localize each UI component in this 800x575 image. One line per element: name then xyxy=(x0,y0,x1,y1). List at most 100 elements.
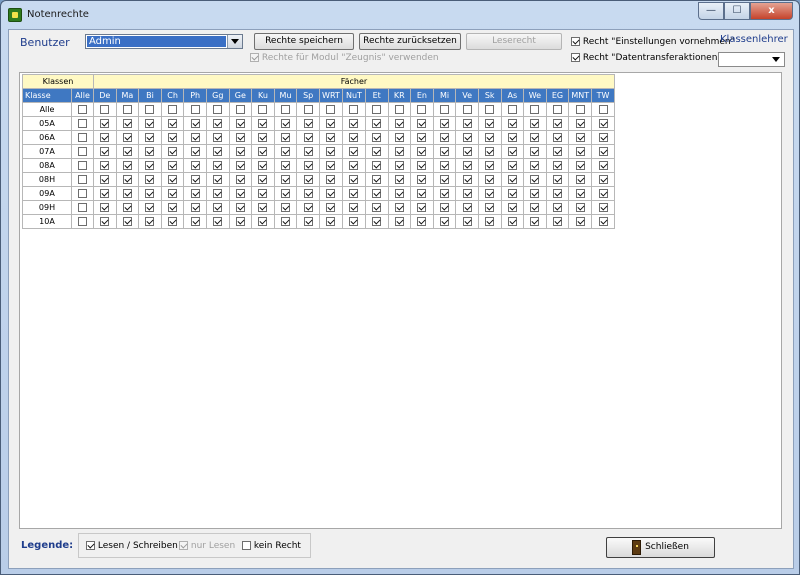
subject-right-checkbox[interactable] xyxy=(213,217,223,226)
subject-right-checkbox[interactable] xyxy=(190,189,200,198)
subject-right-checkbox[interactable] xyxy=(100,161,110,170)
subject-right-checkbox[interactable] xyxy=(281,147,291,156)
subject-right-checkbox[interactable] xyxy=(372,105,382,114)
subject-right-checkbox[interactable] xyxy=(552,175,562,184)
subject-right-checkbox[interactable] xyxy=(417,161,427,170)
subject-right-checkbox[interactable] xyxy=(190,119,200,128)
subject-right-checkbox[interactable] xyxy=(145,217,155,226)
subject-right-checkbox[interactable] xyxy=(100,147,110,156)
zeugnis-checkbox[interactable] xyxy=(250,53,259,62)
minimize-button[interactable]: — xyxy=(698,2,724,20)
subject-right-checkbox[interactable] xyxy=(326,147,336,156)
subject-right-checkbox[interactable] xyxy=(440,147,450,156)
chevron-down-icon[interactable] xyxy=(227,35,242,48)
subject-right-checkbox[interactable] xyxy=(349,105,359,114)
subject-right-checkbox[interactable] xyxy=(122,203,132,212)
subject-right-checkbox[interactable] xyxy=(190,161,200,170)
alle-checkbox[interactable] xyxy=(78,133,87,142)
subject-right-checkbox[interactable] xyxy=(168,161,178,170)
subject-right-checkbox[interactable] xyxy=(372,175,382,184)
subject-right-checkbox[interactable] xyxy=(281,133,291,142)
subject-right-checkbox[interactable] xyxy=(485,189,495,198)
subject-right-checkbox[interactable] xyxy=(326,119,336,128)
subject-right-checkbox[interactable] xyxy=(507,203,517,212)
subject-right-checkbox[interactable] xyxy=(303,105,313,114)
subject-right-checkbox[interactable] xyxy=(394,175,404,184)
subject-right-checkbox[interactable] xyxy=(575,161,585,170)
subject-right-checkbox[interactable] xyxy=(417,133,427,142)
subject-right-checkbox[interactable] xyxy=(190,217,200,226)
subject-right-checkbox[interactable] xyxy=(485,105,495,114)
subject-right-checkbox[interactable] xyxy=(552,203,562,212)
subject-right-checkbox[interactable] xyxy=(258,133,268,142)
subject-right-checkbox[interactable] xyxy=(281,119,291,128)
subject-right-checkbox[interactable] xyxy=(235,147,245,156)
subject-right-checkbox[interactable] xyxy=(417,175,427,184)
subject-right-checkbox[interactable] xyxy=(349,119,359,128)
subject-right-checkbox[interactable] xyxy=(145,161,155,170)
subject-right-checkbox[interactable] xyxy=(394,133,404,142)
subject-right-checkbox[interactable] xyxy=(213,119,223,128)
subject-right-checkbox[interactable] xyxy=(598,189,608,198)
subject-right-checkbox[interactable] xyxy=(440,217,450,226)
subject-right-checkbox[interactable] xyxy=(190,203,200,212)
subject-right-checkbox[interactable] xyxy=(417,105,427,114)
subject-right-checkbox[interactable] xyxy=(122,119,132,128)
subject-right-checkbox[interactable] xyxy=(372,161,382,170)
subject-right-checkbox[interactable] xyxy=(552,189,562,198)
subject-right-checkbox[interactable] xyxy=(507,175,517,184)
subject-right-checkbox[interactable] xyxy=(372,203,382,212)
subject-right-checkbox[interactable] xyxy=(394,105,404,114)
subject-right-checkbox[interactable] xyxy=(258,147,268,156)
subject-right-checkbox[interactable] xyxy=(417,203,427,212)
subject-right-checkbox[interactable] xyxy=(575,217,585,226)
subject-right-checkbox[interactable] xyxy=(235,105,245,114)
subject-right-checkbox[interactable] xyxy=(326,175,336,184)
subject-right-checkbox[interactable] xyxy=(190,133,200,142)
subject-right-checkbox[interactable] xyxy=(213,147,223,156)
subject-right-checkbox[interactable] xyxy=(440,203,450,212)
subject-right-checkbox[interactable] xyxy=(552,119,562,128)
subject-right-checkbox[interactable] xyxy=(507,161,517,170)
subject-right-checkbox[interactable] xyxy=(100,175,110,184)
subject-right-checkbox[interactable] xyxy=(372,119,382,128)
subject-right-checkbox[interactable] xyxy=(394,217,404,226)
subject-right-checkbox[interactable] xyxy=(303,175,313,184)
subject-right-checkbox[interactable] xyxy=(530,133,540,142)
subject-right-checkbox[interactable] xyxy=(417,119,427,128)
subject-right-checkbox[interactable] xyxy=(372,133,382,142)
subject-right-checkbox[interactable] xyxy=(281,175,291,184)
subject-right-checkbox[interactable] xyxy=(326,161,336,170)
subject-right-checkbox[interactable] xyxy=(213,175,223,184)
subject-right-checkbox[interactable] xyxy=(349,161,359,170)
subject-right-checkbox[interactable] xyxy=(598,105,608,114)
close-button[interactable]: Schließen xyxy=(606,537,715,558)
subject-right-checkbox[interactable] xyxy=(462,119,472,128)
alle-checkbox[interactable] xyxy=(78,119,87,128)
subject-right-checkbox[interactable] xyxy=(530,203,540,212)
alle-checkbox[interactable] xyxy=(78,189,87,198)
benutzer-dropdown[interactable]: Admin xyxy=(85,34,243,49)
chevron-down-icon[interactable] xyxy=(769,53,784,66)
subject-right-checkbox[interactable] xyxy=(349,217,359,226)
subject-right-checkbox[interactable] xyxy=(122,175,132,184)
subject-right-checkbox[interactable] xyxy=(145,175,155,184)
subject-right-checkbox[interactable] xyxy=(349,133,359,142)
datentransfer-checkbox[interactable] xyxy=(571,53,580,62)
subject-right-checkbox[interactable] xyxy=(122,105,132,114)
subject-right-checkbox[interactable] xyxy=(235,189,245,198)
subject-right-checkbox[interactable] xyxy=(485,133,495,142)
subject-right-checkbox[interactable] xyxy=(507,133,517,142)
alle-checkbox[interactable] xyxy=(78,175,87,184)
subject-right-checkbox[interactable] xyxy=(122,161,132,170)
subject-right-checkbox[interactable] xyxy=(417,147,427,156)
subject-right-checkbox[interactable] xyxy=(326,203,336,212)
subject-right-checkbox[interactable] xyxy=(122,217,132,226)
subject-right-checkbox[interactable] xyxy=(440,133,450,142)
subject-right-checkbox[interactable] xyxy=(235,119,245,128)
subject-right-checkbox[interactable] xyxy=(372,217,382,226)
subject-right-checkbox[interactable] xyxy=(213,203,223,212)
subject-right-checkbox[interactable] xyxy=(417,189,427,198)
subject-right-checkbox[interactable] xyxy=(168,105,178,114)
subject-right-checkbox[interactable] xyxy=(394,147,404,156)
